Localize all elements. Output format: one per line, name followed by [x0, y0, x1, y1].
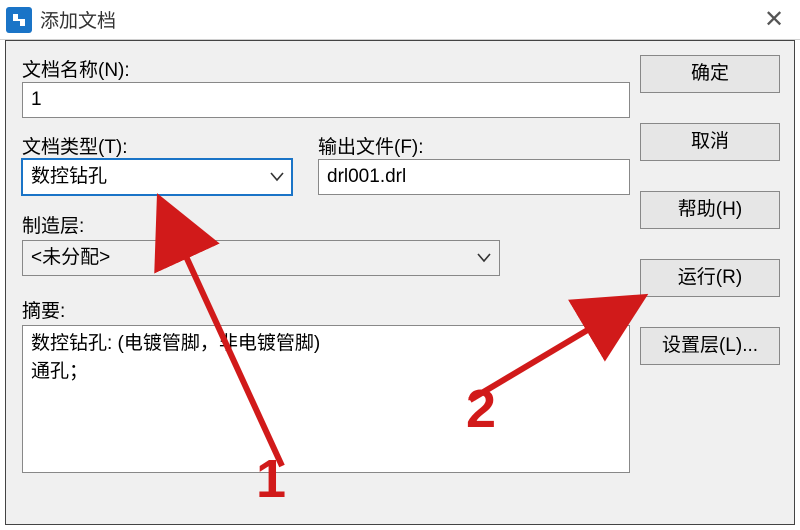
- help-button[interactable]: 帮助(H): [640, 191, 780, 229]
- doc-type-value: 数控钻孔: [22, 159, 292, 195]
- output-file-input[interactable]: [318, 159, 630, 195]
- app-icon: [6, 7, 32, 33]
- mfg-layer-select[interactable]: <未分配>: [22, 240, 500, 276]
- window-title: 添加文档: [40, 6, 754, 33]
- mfg-layer-value: <未分配>: [23, 241, 499, 275]
- set-layer-button[interactable]: 设置层(L)...: [640, 327, 780, 365]
- output-file-label: 输出文件(F):: [318, 132, 630, 159]
- cancel-button[interactable]: 取消: [640, 123, 780, 161]
- mfg-layer-label: 制造层:: [22, 211, 630, 238]
- title-bar: 添加文档 ✕: [0, 0, 800, 40]
- run-button[interactable]: 运行(R): [640, 259, 780, 297]
- chevron-down-icon: [469, 241, 499, 275]
- close-button[interactable]: ✕: [754, 5, 794, 34]
- summary-textarea[interactable]: 数控钻孔: (电镀管脚，非电镀管脚) 通孔；: [22, 325, 630, 473]
- doc-type-label: 文档类型(T):: [22, 132, 292, 159]
- doc-name-input[interactable]: [22, 82, 630, 118]
- ok-button[interactable]: 确定: [640, 55, 780, 93]
- doc-name-label: 文档名称(N):: [22, 55, 630, 82]
- summary-label: 摘要:: [22, 296, 630, 323]
- dialog-body: 文档名称(N): 文档类型(T): 数控钻孔 输出文件(F):: [5, 40, 795, 525]
- doc-type-select[interactable]: 数控钻孔: [22, 159, 292, 195]
